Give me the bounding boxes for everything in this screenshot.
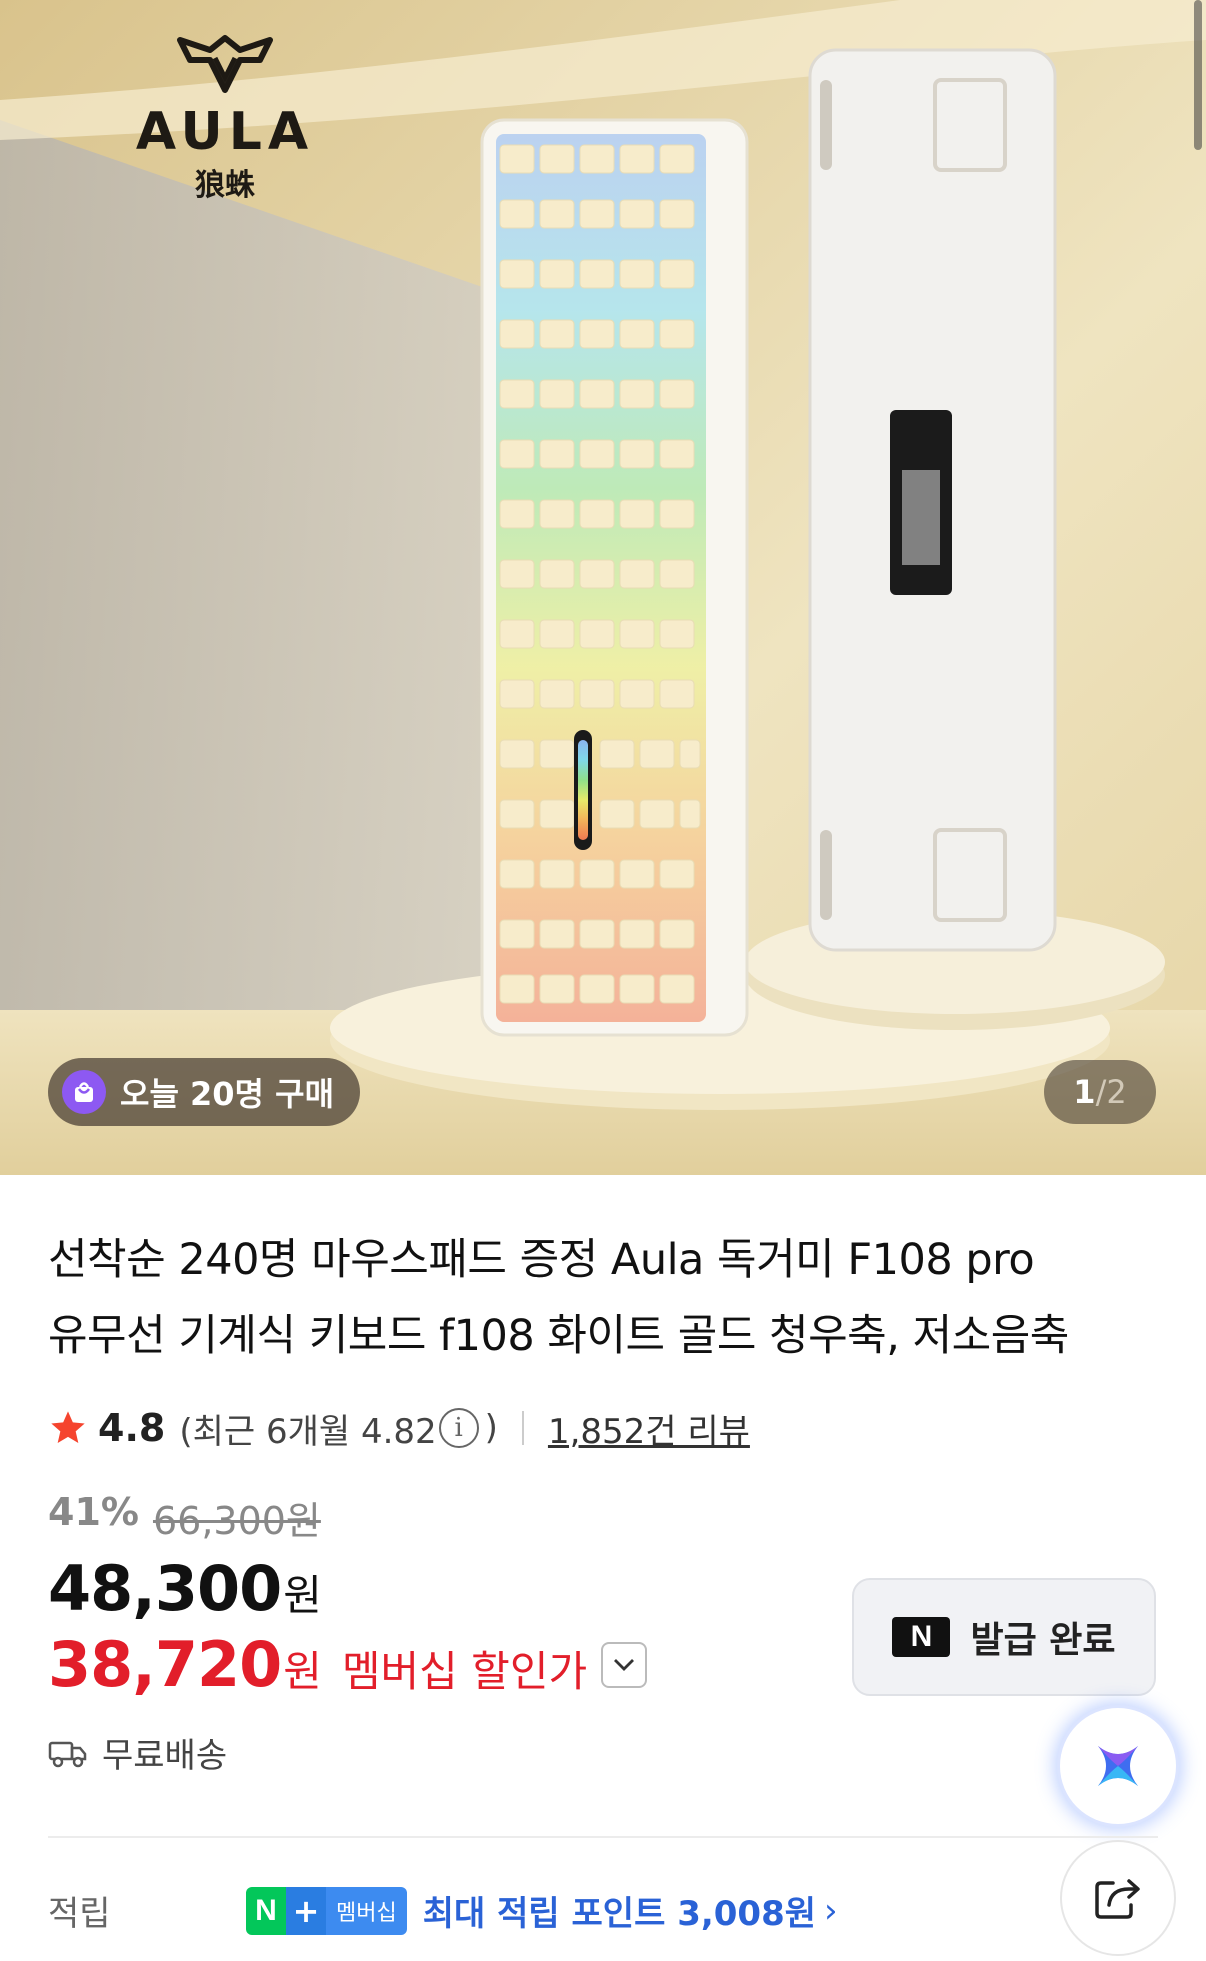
sale-price: 48,300 원 [48, 1552, 322, 1625]
info-icon[interactable]: i [438, 1408, 479, 1448]
points-row[interactable]: 적립 N + 멤버십 최대 적립 포인트 3,008원 › [48, 1886, 838, 1935]
max-points-text: 최대 적립 포인트 3,008원 [422, 1894, 817, 1934]
section-divider [48, 1836, 1158, 1838]
coupon-issued-button[interactable]: N 발급 완료 [852, 1578, 1156, 1696]
plus-badge: + [286, 1886, 326, 1935]
recent-rating: (최근 6개월 4.82 [179, 1411, 437, 1452]
recent-rating-close: ) [484, 1408, 498, 1448]
divider [521, 1411, 524, 1445]
original-price: 66,300원 [152, 1499, 321, 1543]
star-icon [51, 1411, 85, 1443]
brand-logo: AULA 狼蛛 [120, 30, 330, 203]
discount-percent: 41% [48, 1490, 139, 1534]
product-title-line-1: 선착순 240명 마우스패드 증정 Aula 독거미 F108 pro [48, 1235, 1035, 1285]
brand-wordmark: AULA [135, 102, 315, 162]
chevron-down-icon[interactable] [601, 1641, 648, 1688]
pager-current: 1 [1073, 1073, 1096, 1111]
membership-price-amount: 38,720 [48, 1628, 282, 1701]
membership-price-row[interactable]: 38,720 원 멤버십 할인가 [48, 1628, 648, 1701]
page-scrollbar[interactable] [1194, 0, 1202, 150]
naver-plus-membership-badge: N + 멤버십 [246, 1886, 407, 1935]
buyers-today-badge: 오늘 20명 구매 [48, 1058, 361, 1126]
membership-price-label: 멤버십 할인가 [341, 1647, 588, 1696]
shipping-row: 무료배송 [48, 1728, 227, 1777]
membership-price-unit: 원 [283, 1647, 322, 1696]
sale-price-unit: 원 [283, 1571, 322, 1620]
naver-n-badge: N [246, 1886, 286, 1935]
share-icon [1095, 1879, 1140, 1919]
membership-badge: 멤버십 [326, 1886, 407, 1935]
pager-separator: / [1095, 1073, 1107, 1111]
share-button[interactable] [1060, 1840, 1176, 1956]
points-label: 적립 [48, 1894, 111, 1934]
rating-score: 4.8 [98, 1406, 166, 1450]
truck-icon [48, 1741, 87, 1767]
product-image-carousel[interactable]: AULA 狼蛛 오늘 20명 구매 1 / 2 [0, 0, 1206, 1175]
sale-price-amount: 48,300 [48, 1552, 282, 1625]
pager-total: 2 [1106, 1073, 1127, 1111]
shipping-text: 무료배송 [102, 1736, 228, 1776]
image-pager: 1 / 2 [1044, 1060, 1156, 1124]
ai-assistant-icon [1098, 1746, 1138, 1786]
product-title-line-2: 유무선 기계식 키보드 f108 화이트 골드 청우축, 저소음축 [48, 1311, 1069, 1361]
discount-row: 41% 66,300원 [48, 1490, 321, 1545]
ai-assistant-button[interactable] [1060, 1708, 1176, 1824]
spider-logo-icon [177, 35, 273, 93]
product-title: 선착순 240명 마우스패드 증정 Aula 독거미 F108 pro 유무선 … [48, 1222, 1158, 1374]
buyers-today-text: 오늘 20명 구매 [120, 1075, 335, 1113]
brand-chinese-name: 狼蛛 [195, 168, 255, 203]
shopping-bag-icon [62, 1070, 106, 1114]
chevron-right-icon: › [824, 1890, 838, 1931]
naver-n-icon: N [892, 1617, 951, 1657]
rating-row: 4.8 (최근 6개월 4.82 i ) 1,852건 리뷰 [48, 1400, 750, 1456]
review-count-link[interactable]: 1,852건 리뷰 [548, 1404, 750, 1453]
coupon-issued-label: 발급 완료 [970, 1620, 1116, 1661]
